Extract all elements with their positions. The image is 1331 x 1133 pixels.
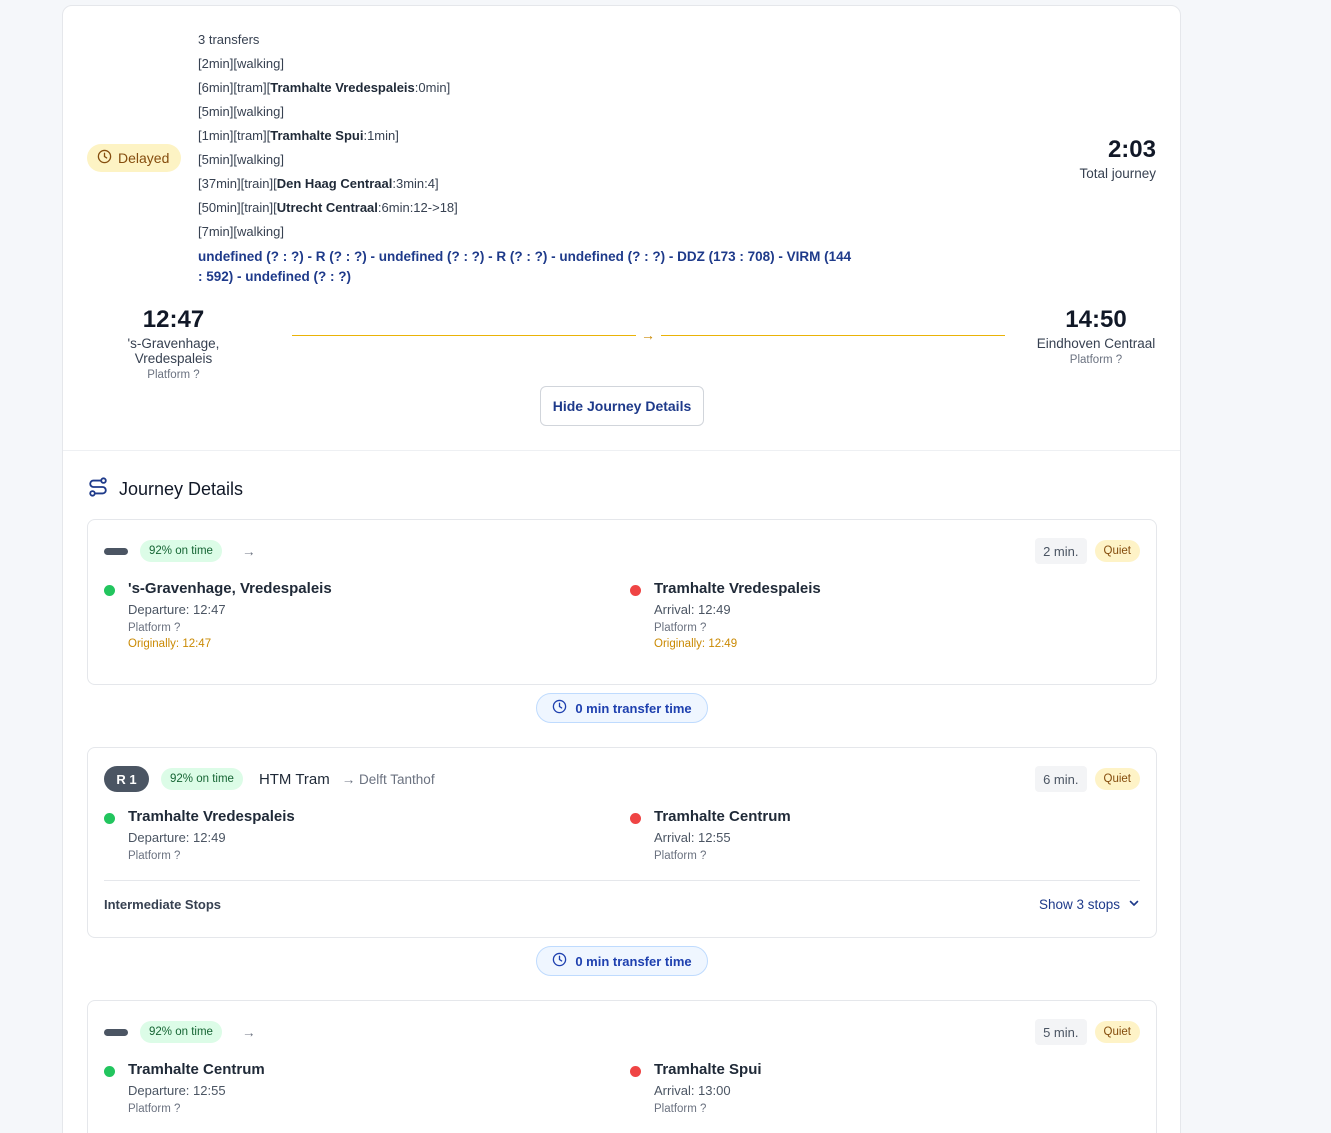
delayed-badge: Delayed [87, 144, 182, 172]
walking-icon [104, 547, 128, 555]
show-stops-label: Show 3 stops [1038, 897, 1120, 912]
departure-time: 12:47 [142, 306, 205, 333]
crowd-badge: Quiet [1094, 1021, 1140, 1043]
stop-time: Arrival: 12:55 [654, 830, 731, 845]
legs-summary-list: 3 transfers [2min][walking] [6min][tram]… [198, 31, 458, 247]
leg-duration: 6 min. [1035, 766, 1087, 792]
stop-time: Departure: 12:49 [128, 830, 226, 845]
route-line [661, 335, 1005, 336]
stop-name: Tramhalte Centrum [128, 1061, 265, 1078]
ontime-badge: 92% on time [140, 540, 222, 562]
arrival-dot-icon [630, 585, 641, 596]
arrival-dot-icon [630, 813, 641, 824]
leg-direction: → [241, 543, 256, 559]
departure-station: 's-Gravenhage, Vredespaleis [127, 336, 220, 366]
stop-name: Tramhalte Centrum [654, 808, 791, 825]
intermediate-stops-label: Intermediate Stops [104, 897, 222, 912]
chevron-down-icon [1128, 897, 1140, 912]
stop-original-time: Originally: 12:49 [654, 638, 738, 650]
route-line [292, 335, 636, 336]
stop-platform: Platform ? [654, 1103, 707, 1115]
transfers-count: 3 transfers [198, 32, 260, 47]
leg-header: R 1 92% on time HTM Tram → Delft Tanthof… [104, 766, 1140, 792]
leg-summary: [5min][walking] [198, 104, 284, 119]
journey-leg: R 1 92% on time HTM Tram → Delft Tanthof… [87, 747, 1157, 938]
journey-leg: 92% on time → 2 min. Quiet 's-Gravenhage… [87, 519, 1157, 685]
arrival-station: Eindhoven Centraal [1036, 336, 1156, 351]
stop-time: Departure: 12:47 [128, 602, 226, 617]
arrival-dot-icon [630, 1066, 641, 1077]
arrow-right-icon: → [641, 327, 655, 343]
stop-name: Tramhalte Vredespaleis [654, 580, 821, 597]
crowd-badge: Quiet [1094, 540, 1140, 562]
leg-direction: → Delft Tanthof [341, 771, 435, 787]
ontime-badge: 92% on time [140, 1021, 222, 1043]
transfer-label: 0 min transfer time [575, 953, 692, 969]
departure-dot-icon [104, 585, 115, 596]
hide-journey-details-button[interactable]: Hide Journey Details [540, 386, 704, 426]
clock-icon [97, 149, 112, 167]
status-label: Delayed [118, 150, 170, 166]
stop-platform: Platform ? [128, 622, 181, 634]
transfer-label: 0 min transfer time [575, 700, 692, 716]
leg-duration: 5 min. [1035, 1019, 1087, 1045]
total-journey: 2:03 Total journey [1079, 136, 1156, 181]
intermediate-stops: Intermediate Stops Show 3 stops [104, 880, 1140, 928]
stop-time: Arrival: 12:49 [654, 602, 731, 617]
journey-summary: Delayed 3 transfers [2min][walking] [6mi… [63, 6, 1180, 451]
stop-name: Tramhalte Vredespaleis [128, 808, 295, 825]
show-stops-button[interactable]: Show 3 stops [1039, 897, 1140, 912]
train-types: undefined (? : ?) - R (? : ?) - undefine… [198, 249, 852, 284]
total-label: Total journey [1079, 166, 1156, 181]
stop-time: Departure: 12:55 [128, 1083, 226, 1098]
stop-time: Arrival: 13:00 [654, 1083, 731, 1098]
leg-summary: [1min][tram][Tramhalte Spui:1min] [198, 128, 399, 143]
departure-platform: Platform ? [147, 369, 200, 381]
departure-dot-icon [104, 1066, 115, 1077]
leg-summary: [2min][walking] [198, 56, 284, 71]
total-time: 2:03 [1107, 136, 1156, 163]
clock-icon [552, 699, 567, 717]
stop-name: Tramhalte Spui [654, 1061, 762, 1078]
leg-operator: HTM Tram [258, 770, 330, 788]
crowd-badge: Quiet [1094, 768, 1140, 790]
leg-direction: → [241, 1024, 256, 1040]
details-title: Journey Details [119, 479, 244, 499]
arrival-platform: Platform ? [1069, 354, 1123, 366]
leg-header: 92% on time → 5 min. Quiet [104, 1019, 1140, 1045]
stop-platform: Platform ? [128, 1103, 181, 1115]
route-icon [87, 476, 109, 503]
stop-platform: Platform ? [128, 850, 181, 862]
departure-dot-icon [104, 813, 115, 824]
leg-summary: [37min][train][Den Haag Centraal:3min:4] [198, 176, 439, 191]
leg-summary: [7min][walking] [198, 224, 284, 239]
transfer-time-badge: 0 min transfer time [536, 693, 708, 723]
journey-leg: 92% on time → 5 min. Quiet Tramhalte Cen… [87, 1000, 1157, 1133]
leg-duration: 2 min. [1035, 538, 1087, 564]
arrival-time: 14:50 [1065, 306, 1127, 333]
ontime-badge: 92% on time [161, 768, 243, 790]
stop-original-time: Originally: 12:47 [128, 638, 212, 650]
leg-header: 92% on time → 2 min. Quiet [104, 538, 1140, 564]
leg-summary: [5min][walking] [198, 152, 284, 167]
journey-card: Delayed 3 transfers [2min][walking] [6mi… [62, 5, 1181, 1133]
stop-name: 's-Gravenhage, Vredespaleis [128, 580, 332, 597]
stop-platform: Platform ? [654, 850, 707, 862]
transfer-time-badge: 0 min transfer time [536, 946, 708, 976]
clock-icon [552, 952, 567, 970]
line-badge: R 1 [104, 766, 149, 792]
walking-icon [104, 1028, 128, 1036]
stop-platform: Platform ? [654, 622, 707, 634]
leg-summary: [50min][train][Utrecht Centraal:6min:12-… [198, 200, 458, 215]
journey-details-heading: Journey Details [87, 476, 243, 503]
arrival-summary: 14:50 Eindhoven Centraal Platform ? [1036, 306, 1156, 366]
departure-summary: 12:47 's-Gravenhage, Vredespaleis Platfo… [87, 306, 260, 381]
leg-summary: [6min][tram][Tramhalte Vredespaleis:0min… [198, 80, 451, 95]
